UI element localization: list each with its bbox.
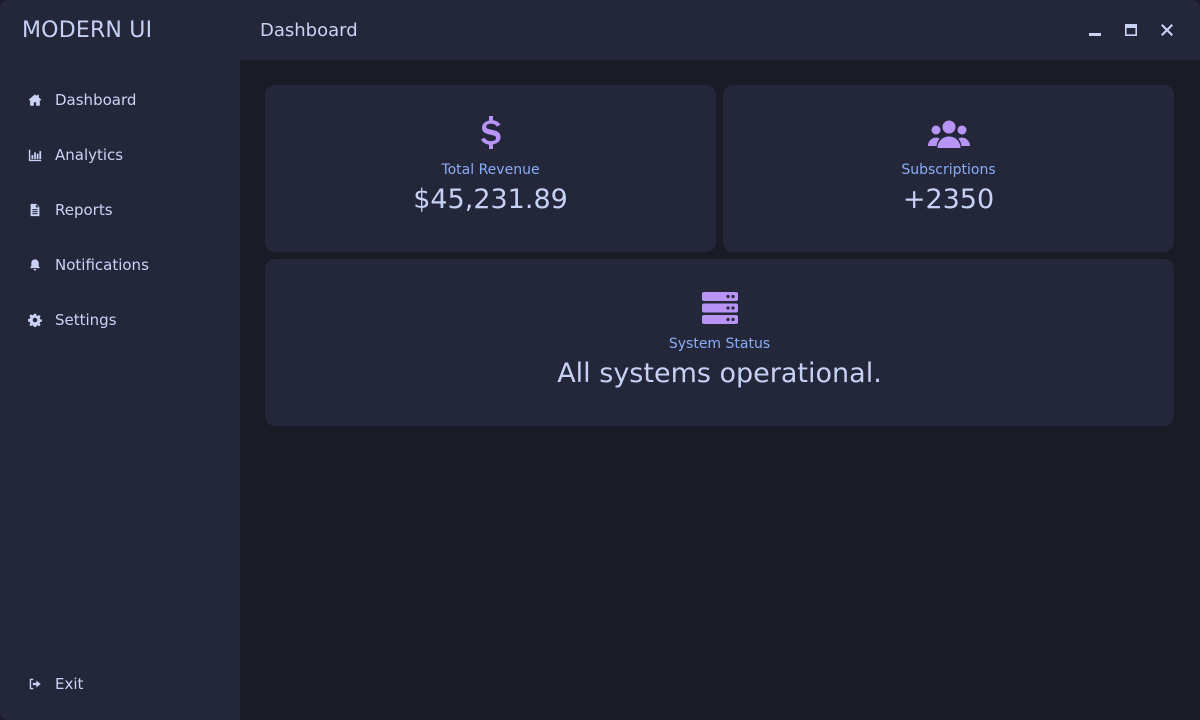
dollar-icon [479,115,503,153]
close-button[interactable] [1156,18,1178,42]
sidebar: MODERN UI Dashboard Analytics Reports No… [0,0,240,720]
sign-out-icon [27,676,43,692]
bell-icon [27,257,43,273]
system-status-card: System Status All systems operational. [265,259,1174,426]
subscriptions-card: Subscriptions +2350 [723,85,1174,252]
revenue-value: $45,231.89 [413,184,568,215]
sidebar-item-reports[interactable]: Reports [0,182,240,237]
minimize-button[interactable] [1084,18,1106,42]
subscriptions-label: Subscriptions [901,162,996,178]
sidebar-nav: Dashboard Analytics Reports Notification… [0,72,240,347]
system-status-value: All systems operational. [557,358,882,389]
system-status-label: System Status [668,336,771,352]
window-controls [1084,18,1178,42]
sidebar-item-dashboard[interactable]: Dashboard [0,72,240,127]
sidebar-item-label: Reports [55,200,113,219]
server-icon [701,289,739,327]
revenue-card: Total Revenue $45,231.89 [265,85,716,252]
sidebar-item-label: Exit [55,674,84,693]
close-icon [1161,24,1173,36]
subscriptions-value: +2350 [902,184,995,215]
minimize-icon [1089,33,1101,36]
file-icon [27,202,43,218]
sidebar-item-settings[interactable]: Settings [0,292,240,347]
users-icon [927,115,970,153]
sidebar-item-label: Analytics [55,145,124,164]
sidebar-item-analytics[interactable]: Analytics [0,127,240,182]
revenue-label: Total Revenue [441,162,540,178]
gear-icon [27,312,43,328]
sidebar-item-label: Settings [55,310,117,329]
maximize-button[interactable] [1120,18,1142,42]
sidebar-item-exit[interactable]: Exit [0,656,240,711]
app-window: MODERN UI Dashboard Analytics Reports No… [0,0,1200,720]
app-brand: MODERN UI [22,18,153,43]
title-bar: Dashboard [240,0,1200,60]
sidebar-item-label: Notifications [55,255,149,274]
sidebar-item-notifications[interactable]: Notifications [0,237,240,292]
home-icon [27,92,43,108]
sidebar-item-label: Dashboard [55,90,137,109]
chart-icon [27,147,43,163]
maximize-icon [1125,24,1137,36]
page-title: Dashboard [260,20,358,41]
